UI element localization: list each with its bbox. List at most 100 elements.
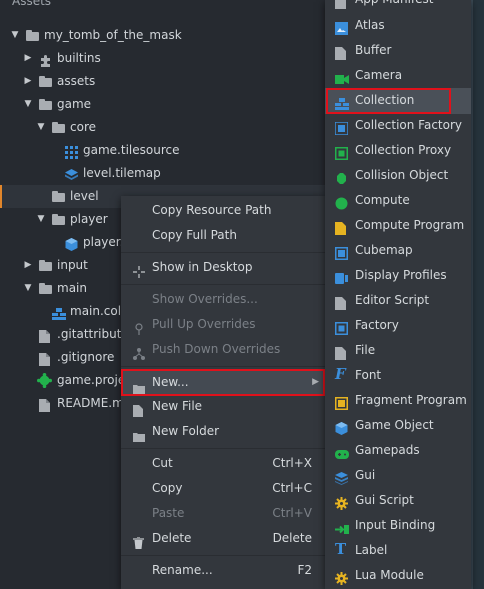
submenu-item-app-manifest[interactable]: App Manifest (325, 0, 471, 12)
submenu-item-input-binding[interactable]: Input Binding (325, 513, 471, 538)
expand-arrow-icon[interactable]: ▼ (23, 93, 33, 116)
menu-item-label: New File (152, 399, 203, 413)
folder-icon (39, 76, 52, 87)
menu-item-label: Delete (152, 531, 192, 545)
submenu-item-collision-object[interactable]: Collision Object (325, 163, 471, 188)
tree-item-label: level (70, 189, 99, 203)
submenu-item-compute[interactable]: Compute (325, 188, 471, 213)
folder-icon (39, 283, 52, 294)
menu-item-shortcut: Ctrl+V (272, 506, 312, 520)
expand-arrow-icon[interactable]: ▼ (10, 24, 20, 47)
submenu-item-camera[interactable]: Camera (325, 63, 471, 88)
submenu-item-font[interactable]: F Font (325, 363, 471, 388)
submenu-item-collection-proxy[interactable]: Collection Proxy (325, 138, 471, 163)
submenu-item-file[interactable]: File (325, 338, 471, 363)
gui-icon (335, 469, 349, 485)
tree-item-label: level.tilemap (83, 166, 161, 180)
menu-separator (121, 555, 325, 556)
tree-item-label: input (57, 258, 88, 272)
submenu-item-atlas[interactable]: Atlas (325, 13, 471, 38)
tree-item-label: player. (83, 235, 124, 249)
menu-item-delete[interactable]: Delete Delete (121, 526, 325, 551)
editor-script-icon (335, 294, 349, 310)
menu-item-rename[interactable]: Rename... F2 (121, 558, 325, 583)
menu-item-copy[interactable]: Copy Ctrl+C (121, 476, 325, 501)
menu-separator (121, 448, 325, 449)
menu-item-show-overrides[interactable]: Show Overrides... (121, 287, 325, 312)
submenu-item-gui-script[interactable]: Gui Script (325, 488, 471, 513)
submenu-item-lua-module[interactable]: Lua Module (325, 563, 471, 588)
menu-item-label: Cut (152, 456, 173, 470)
collection-icon (335, 94, 349, 110)
menu-item-new-file[interactable]: New File (121, 394, 325, 419)
submenu-item-collection[interactable]: Collection (325, 88, 471, 114)
expand-arrow-icon[interactable]: ▼ (36, 116, 46, 139)
menu-item-cut[interactable]: Cut Ctrl+X (121, 451, 325, 476)
submenu-item-editor-script[interactable]: Editor Script (325, 288, 471, 313)
expand-arrow-icon[interactable]: ▼ (23, 277, 33, 300)
collection-factory-icon (334, 119, 349, 136)
menu-item-label: New... (152, 375, 189, 389)
cubemap-icon (335, 244, 349, 260)
menu-item-push-down-overrides[interactable]: Push Down Overrides (121, 337, 325, 362)
submenu-item-gui[interactable]: Gui (325, 463, 471, 488)
tree-item-label: assets (57, 74, 96, 88)
collapse-arrow-icon[interactable]: ▶ (23, 254, 33, 277)
submenu-item-collection-factory[interactable]: Collection Factory (325, 113, 471, 138)
submenu-item-factory[interactable]: Factory (325, 313, 471, 338)
menu-item-paste[interactable]: Paste Ctrl+V (121, 501, 325, 526)
submenu-item-label: Cubemap (355, 243, 413, 257)
tree-item-label: my_tomb_of_the_mask (44, 28, 182, 42)
submenu-item-label: Collection (355, 93, 415, 107)
push-down-icon (133, 344, 145, 360)
context-menu: Copy Resource Path Copy Full Path Show i… (121, 196, 325, 589)
collapse-arrow-icon[interactable]: ▶ (23, 70, 33, 93)
submenu-item-label[interactable]: T Label (325, 538, 471, 563)
tree-item-label: README.mc (57, 396, 131, 410)
submenu-item-label: Gui (355, 468, 376, 482)
menu-item-label: Copy (152, 481, 183, 495)
new-submenu: App Manifest Atlas Buffer Camera Collect… (325, 0, 471, 589)
submenu-item-compute-program[interactable]: Compute Program (325, 213, 471, 238)
menu-item-shortcut: Delete (272, 531, 312, 545)
tilesource-icon (65, 144, 78, 159)
submenu-item-label: Factory (355, 318, 399, 332)
trash-icon (133, 533, 145, 549)
submenu-item-display-profiles[interactable]: Display Profiles (325, 263, 471, 288)
menu-item-shortcut: F2 (297, 563, 312, 577)
expand-arrow-icon[interactable]: ▼ (36, 208, 46, 231)
menu-item-copy-resource-path[interactable]: Copy Resource Path (121, 198, 325, 223)
submenu-item-label: Input Binding (355, 518, 436, 532)
game-object-icon (335, 419, 349, 435)
submenu-item-label: Gamepads (355, 443, 420, 457)
tilemap-icon (65, 167, 78, 180)
menu-item-label: Rename... (152, 563, 213, 577)
camera-icon (335, 69, 349, 84)
menu-item-label: Show Overrides... (152, 292, 258, 306)
menu-item-shortcut: Ctrl+X (272, 456, 312, 470)
atlas-icon (335, 19, 349, 35)
submenu-item-label: Lua Module (355, 568, 424, 582)
collapse-arrow-icon[interactable]: ▶ (23, 47, 33, 70)
menu-separator (121, 252, 325, 253)
folder-icon (133, 377, 145, 394)
menu-item-shortcut: Ctrl+C (272, 481, 312, 495)
submenu-item-gamepads[interactable]: Gamepads (325, 438, 471, 463)
submenu-item-label: Collection Factory (355, 118, 463, 132)
lua-module-icon (335, 569, 349, 585)
tree-item-label: .gitattribute (57, 327, 129, 341)
submenu-item-label: Compute Program (355, 218, 465, 232)
submenu-item-game-object[interactable]: Game Object (325, 413, 471, 438)
menu-item-new-folder[interactable]: New Folder (121, 419, 325, 444)
menu-item-copy-full-path[interactable]: Copy Full Path (121, 223, 325, 248)
file-icon (335, 344, 349, 360)
submenu-item-buffer[interactable]: Buffer (325, 38, 471, 63)
factory-icon (335, 319, 349, 335)
submenu-item-fragment-program[interactable]: Fragment Program (325, 388, 471, 413)
menu-item-new[interactable]: New... ▶ (121, 369, 325, 396)
display-profiles-icon (335, 269, 349, 284)
menu-item-pull-up-overrides[interactable]: Pull Up Overrides (121, 312, 325, 337)
menu-item-show-in-desktop[interactable]: Show in Desktop (121, 255, 325, 280)
submenu-item-label: Game Object (355, 418, 434, 432)
submenu-item-cubemap[interactable]: Cubemap (325, 238, 471, 263)
